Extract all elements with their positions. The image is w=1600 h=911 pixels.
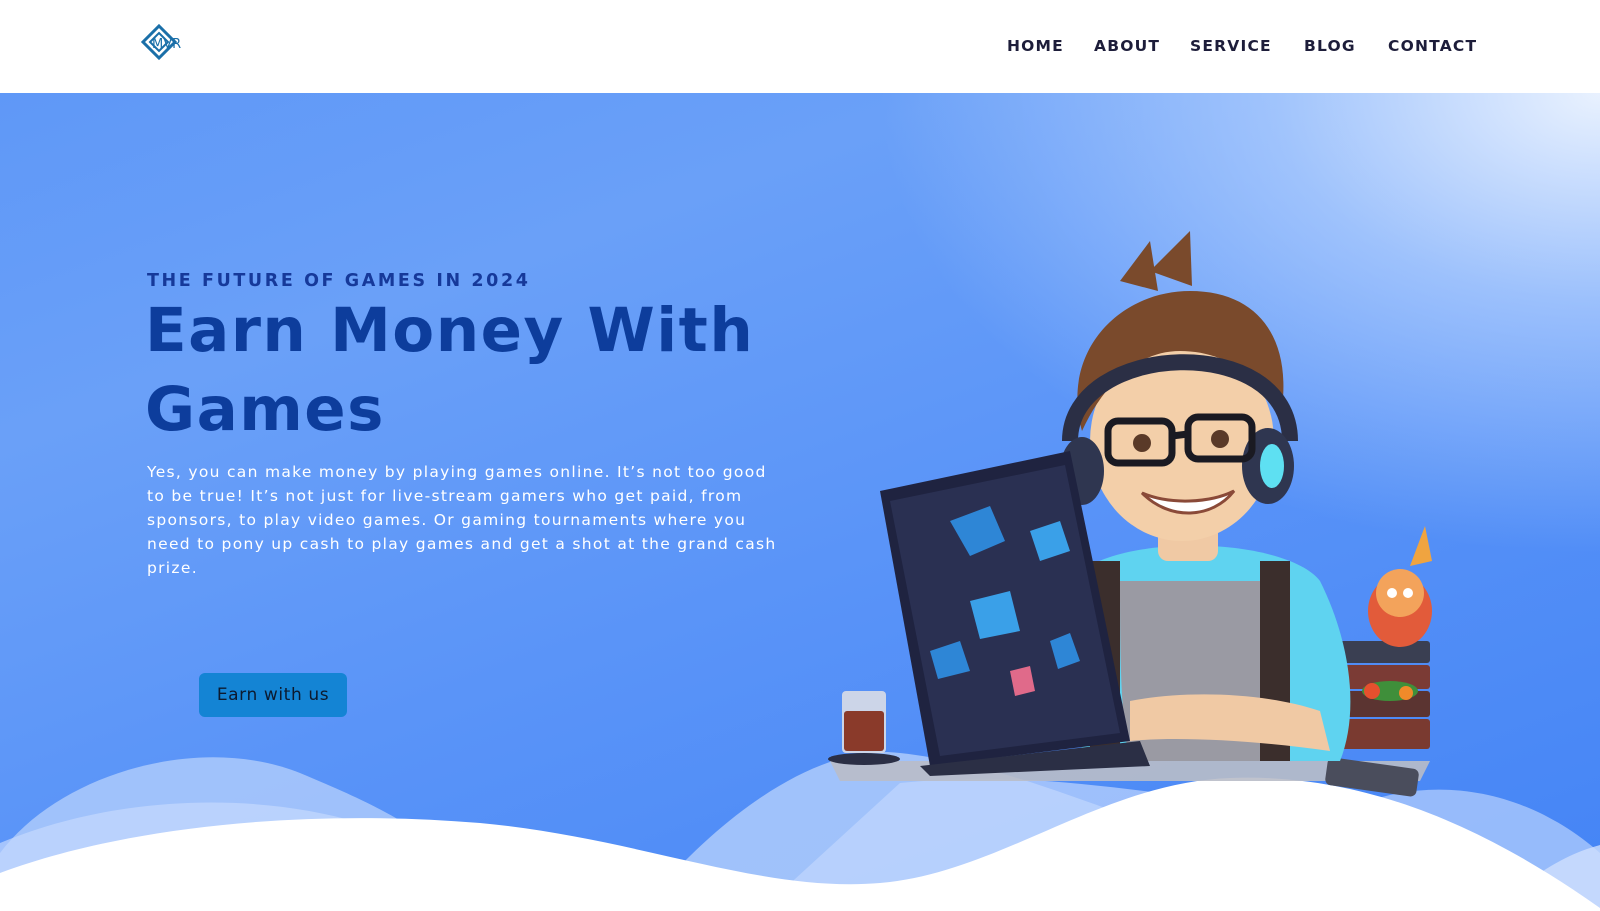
nav-service[interactable]: SERVICE	[1190, 37, 1272, 55]
hero-section: THE FUTURE OF GAMES IN 2024 Earn Money W…	[0, 93, 1600, 911]
hero-eyebrow: THE FUTURE OF GAMES IN 2024	[147, 271, 531, 291]
nav-about[interactable]: ABOUT	[1094, 37, 1160, 55]
hero-title: Earn Money With Games	[145, 295, 755, 445]
earn-with-us-button[interactable]: Earn with us	[199, 673, 347, 717]
nav-home[interactable]: HOME	[1007, 37, 1064, 55]
nav-contact[interactable]: CONTACT	[1388, 37, 1477, 55]
nav-blog[interactable]: BLOG	[1304, 37, 1356, 55]
main-nav: HOME ABOUT SERVICE BLOG CONTACT	[0, 37, 1600, 59]
hero-description: Yes, you can make money by playing games…	[147, 463, 777, 577]
gamer-illustration	[828, 231, 1432, 797]
site-header: MVR HOME ABOUT SERVICE BLOG CONTACT	[0, 0, 1600, 93]
